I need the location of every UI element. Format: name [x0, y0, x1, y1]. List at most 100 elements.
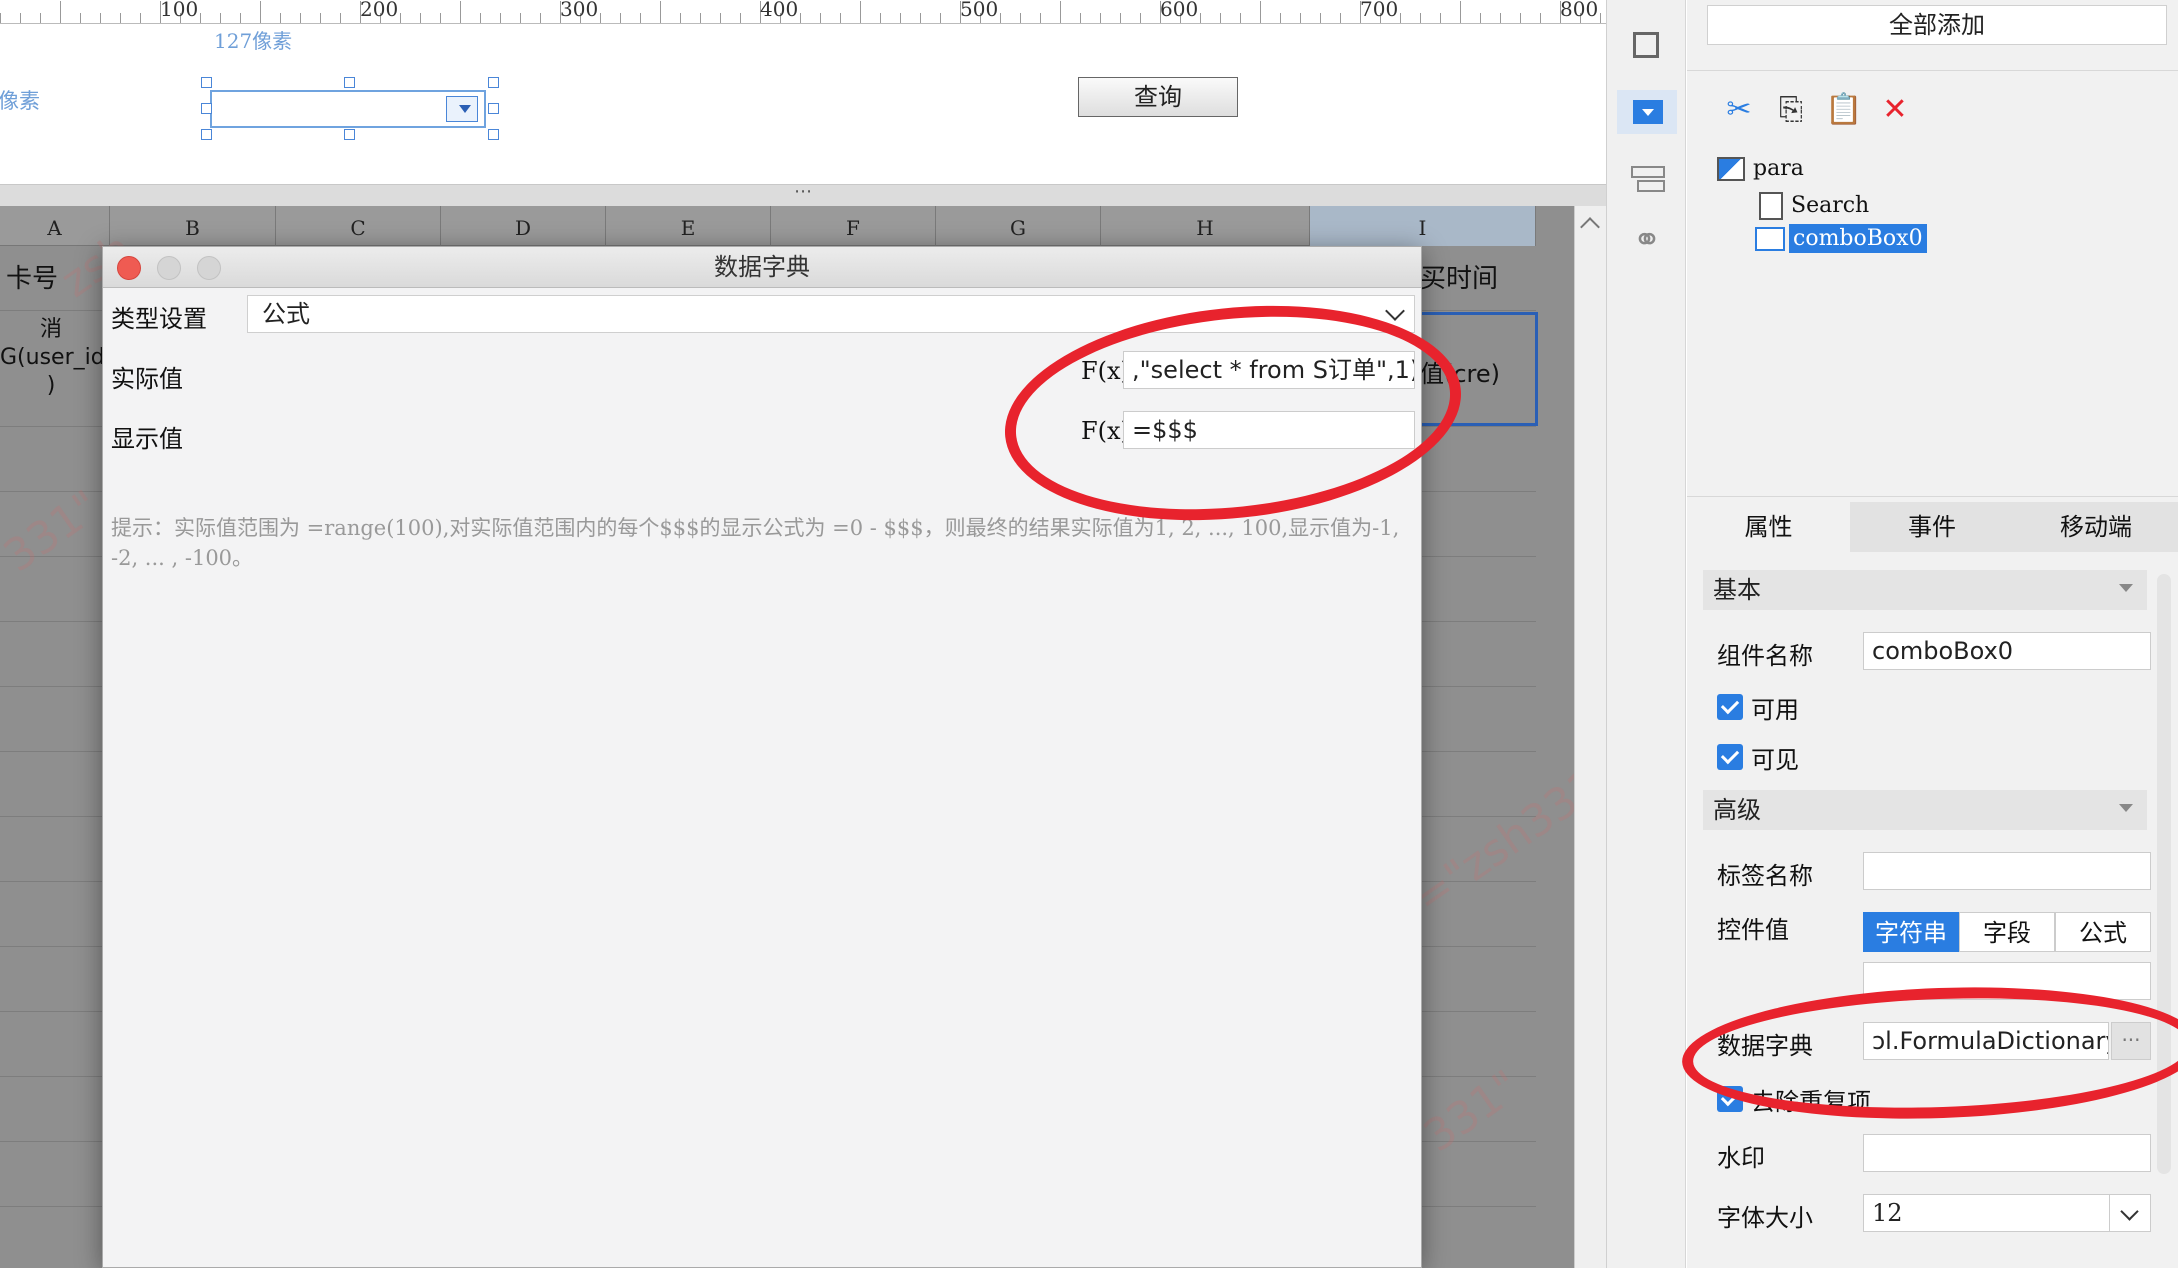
resize-handle[interactable]: [488, 77, 499, 88]
minimize-icon[interactable]: [157, 256, 181, 280]
cell-consume[interactable]: 消 G(user_id ): [0, 316, 105, 416]
ruler-tick: [1260, 1, 1261, 23]
watermark-input[interactable]: [1863, 1134, 2151, 1172]
resize-handle[interactable]: [488, 129, 499, 140]
tree-label-selected: comboBox0: [1789, 224, 1927, 253]
query-button[interactable]: 查询: [1078, 77, 1238, 117]
close-icon[interactable]: [117, 256, 141, 280]
hint-text: 提示：实际值范围为 =range(100),对实际值范围内的每个$$$的显示公式…: [111, 516, 1400, 570]
list-tool-icon[interactable]: [1625, 156, 1669, 200]
control-value-field[interactable]: 字段: [1959, 912, 2055, 952]
resize-handle[interactable]: [344, 77, 355, 88]
cell-buy-time[interactable]: 买时间: [1420, 248, 1536, 314]
section-title: 高级: [1713, 796, 1761, 824]
ruler-tick: [1320, 13, 1321, 23]
ruler-tick: [320, 13, 321, 23]
tab-mobile[interactable]: 移动端: [2014, 502, 2178, 552]
ruler-tick: [1220, 13, 1221, 23]
zoom-icon[interactable]: [197, 256, 221, 280]
tag-name-input[interactable]: [1863, 852, 2151, 890]
ruler-tick: [1600, 13, 1601, 23]
ruler-tick: [720, 13, 721, 23]
component-name-input[interactable]: comboBox0: [1863, 632, 2151, 670]
ruler-tick: [1000, 13, 1001, 23]
widget-toolstrip: ⚭: [1606, 0, 1686, 1268]
frame-icon[interactable]: [1625, 24, 1669, 68]
section-advanced[interactable]: 高级: [1703, 790, 2147, 830]
ruler-tick: [140, 13, 141, 23]
column-header[interactable]: D: [441, 206, 606, 246]
column-header[interactable]: H: [1101, 206, 1310, 246]
ruler-tick: [0, 13, 1, 23]
resize-handle[interactable]: [201, 103, 212, 114]
delete-icon[interactable]: ✕: [1877, 92, 1913, 128]
ruler-tick: [1040, 13, 1041, 23]
combobox-tool-icon[interactable]: [1617, 90, 1677, 134]
ruler-tick: [1120, 13, 1121, 23]
pane-divider[interactable]: ⋯: [0, 183, 1606, 206]
enabled-checkbox[interactable]: [1717, 694, 1743, 720]
chevron-down-icon: [2119, 584, 2133, 592]
ruler-tick: [900, 13, 901, 23]
display-value-label: 显示值: [111, 425, 183, 453]
tab-properties[interactable]: 属性: [1687, 502, 1850, 552]
tree-node-combobox[interactable]: comboBox0: [1755, 224, 1927, 253]
link-icon[interactable]: ⚭: [1625, 218, 1669, 262]
tree-node-para[interactable]: para: [1717, 156, 1804, 181]
column-header[interactable]: C: [276, 206, 441, 246]
ruler-tick: [820, 13, 821, 23]
combobox-arrow-icon[interactable]: [446, 96, 478, 122]
ruler-label: 600: [1160, 0, 1199, 21]
ruler-tick: [1100, 13, 1101, 23]
font-size-label: 字体大小: [1717, 1204, 1813, 1232]
ruler-tick: [500, 13, 501, 23]
control-value-formula[interactable]: 公式: [2055, 912, 2151, 952]
column-header[interactable]: I: [1310, 206, 1536, 246]
tree-node-search[interactable]: Search: [1759, 192, 1869, 220]
left-dimension-label: 像素: [0, 89, 40, 113]
cut-icon[interactable]: ✂: [1721, 92, 1757, 128]
column-header[interactable]: G: [936, 206, 1101, 246]
ruler-tick: [440, 13, 441, 23]
control-value-string[interactable]: 字符串: [1863, 912, 1959, 952]
ruler-tick: [200, 13, 201, 23]
property-tabs: 属性 事件 移动端: [1687, 502, 2178, 552]
combobox-widget[interactable]: [210, 90, 486, 128]
font-size-select[interactable]: 12: [1863, 1194, 2151, 1232]
scroll-up-icon[interactable]: [1580, 217, 1600, 237]
watermark-label: 水印: [1717, 1144, 1765, 1172]
column-header[interactable]: F: [771, 206, 936, 246]
column-header[interactable]: B: [110, 206, 276, 246]
ruler-tick: [60, 1, 61, 23]
ruler-tick: [940, 13, 941, 23]
ruler-tick: [1400, 13, 1401, 23]
ruler-tick: [300, 13, 301, 23]
chevron-down-icon: [2119, 804, 2133, 812]
tab-events[interactable]: 事件: [1850, 502, 2014, 552]
vertical-scrollbar[interactable]: [1574, 206, 1606, 1268]
column-header[interactable]: E: [606, 206, 771, 246]
enabled-label: 可用: [1751, 696, 1799, 724]
ruler-label: 400: [760, 0, 799, 21]
panel-scrollbar[interactable]: [2157, 574, 2171, 1174]
ruler-tick: [420, 13, 421, 23]
tree-label: Search: [1791, 193, 1870, 218]
ruler-tick: [1140, 13, 1141, 23]
copy-icon[interactable]: ⎘: [1773, 92, 1809, 128]
section-basic[interactable]: 基本: [1703, 570, 2147, 610]
ruler-tick: [740, 13, 741, 23]
ruler-tick: [120, 13, 121, 23]
resize-handle[interactable]: [344, 129, 355, 140]
ruler-tick: [1020, 13, 1021, 23]
paste-icon[interactable]: 📋: [1825, 92, 1862, 128]
add-all-button[interactable]: 全部添加: [1707, 5, 2167, 45]
ruler-label: 300: [560, 0, 599, 21]
resize-handle[interactable]: [488, 103, 499, 114]
visible-checkbox[interactable]: [1717, 744, 1743, 770]
resize-handle[interactable]: [201, 77, 212, 88]
dialog-titlebar[interactable]: 数据字典: [103, 247, 1421, 288]
ruler-tick: [800, 13, 801, 23]
resize-handle[interactable]: [201, 129, 212, 140]
ruler-tick: [1200, 13, 1201, 23]
ruler-tick: [20, 13, 21, 23]
